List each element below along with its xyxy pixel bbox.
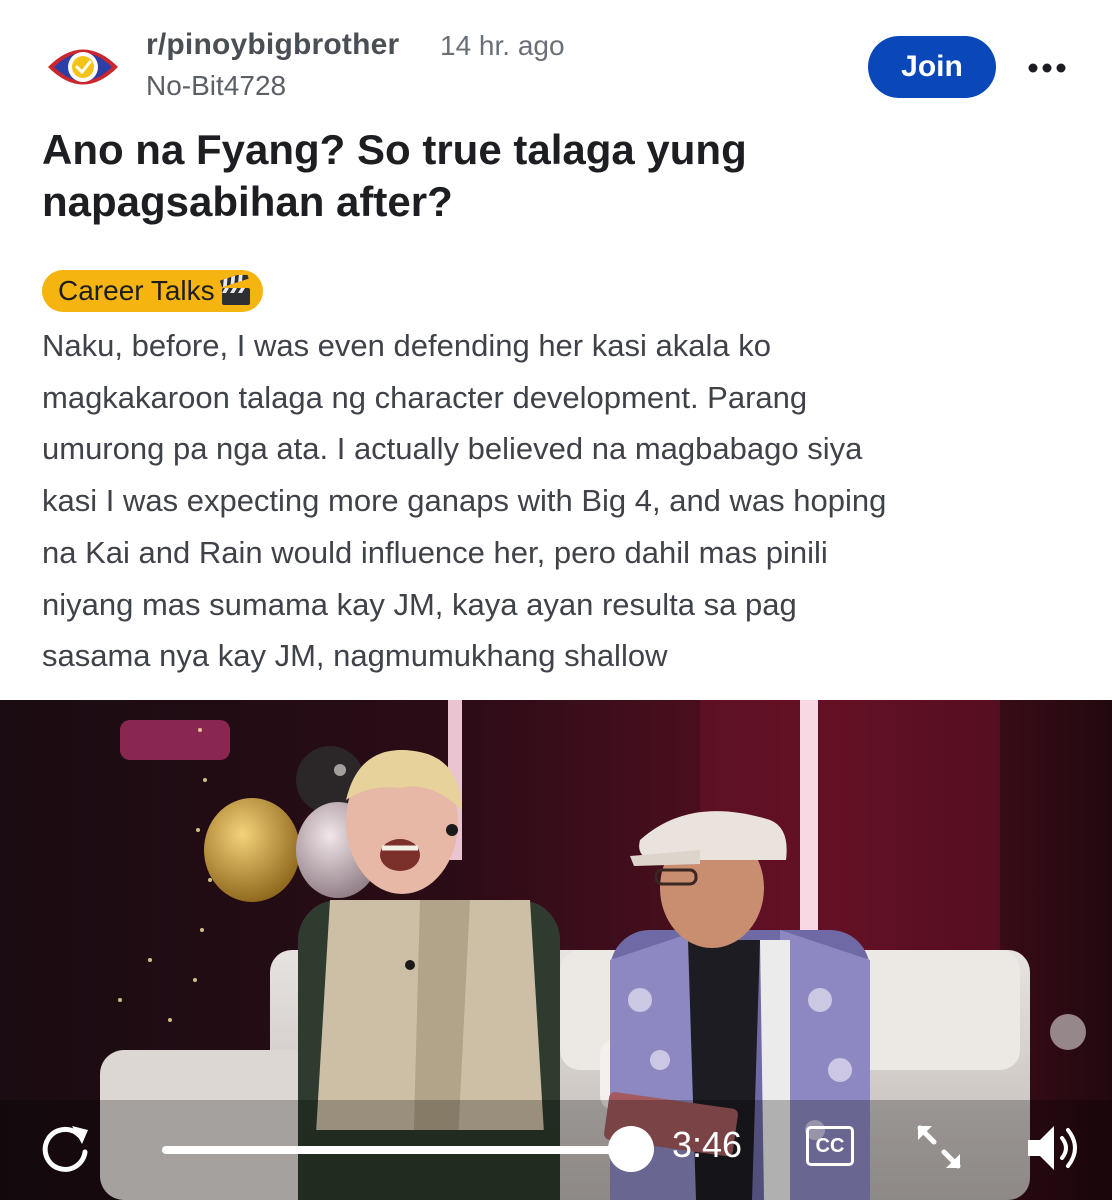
post-page: r/pinoybigbrother 14 hr. ago No-Bit4728 … — [0, 0, 1112, 1200]
flair-label: Career Talks — [58, 275, 215, 306]
more-dots-icon — [1028, 63, 1066, 73]
join-button[interactable]: Join — [868, 36, 996, 98]
post-body: Naku, before, I was even defending her k… — [42, 320, 1082, 682]
post-body-line: magkakaroon talaga ng character developm… — [42, 379, 808, 415]
post-body-line: kasi I was expecting more ganaps with Bi… — [42, 483, 887, 519]
post-time: 14 hr. ago — [440, 30, 565, 61]
post-flair[interactable]: Career Talks — [42, 270, 263, 312]
video-controls: 3:46 CC — [0, 1100, 1112, 1200]
time-remaining: 3:46 — [672, 1124, 743, 1165]
video-player[interactable]: 3:46 CC — [0, 700, 1112, 1200]
post-body-line: na Kai and Rain would influence her, per… — [42, 534, 828, 570]
subreddit-name[interactable]: r/pinoybigbrother — [146, 28, 399, 62]
replay-icon[interactable] — [36, 1120, 94, 1178]
progress-bar[interactable] — [162, 1146, 632, 1154]
post-body-line: niyang mas sumama kay JM, kaya ayan resu… — [42, 586, 797, 622]
post-body-line: umurong pa nga ata. I actually believed … — [42, 431, 863, 467]
post-header: r/pinoybigbrother 14 hr. ago No-Bit4728 … — [0, 0, 1112, 120]
clapperboard-icon — [219, 275, 250, 305]
post-body-line: sasama nya kay JM, nagmumukhang shallow — [42, 638, 668, 674]
progress-fill — [162, 1146, 623, 1154]
closed-captions-button[interactable]: CC — [806, 1126, 854, 1166]
more-options-button[interactable] — [1022, 50, 1072, 86]
post-body-line: Naku, before, I was even defending her k… — [42, 328, 771, 363]
subreddit-logo-icon[interactable] — [44, 36, 122, 98]
fullscreen-icon[interactable] — [914, 1122, 964, 1172]
author-username[interactable]: No-Bit4728 — [146, 70, 286, 102]
post-title[interactable]: Ano na Fyang? So true talaga yung napagsa… — [42, 124, 1072, 228]
volume-icon[interactable] — [1022, 1120, 1082, 1176]
progress-scrubber[interactable] — [608, 1126, 654, 1172]
